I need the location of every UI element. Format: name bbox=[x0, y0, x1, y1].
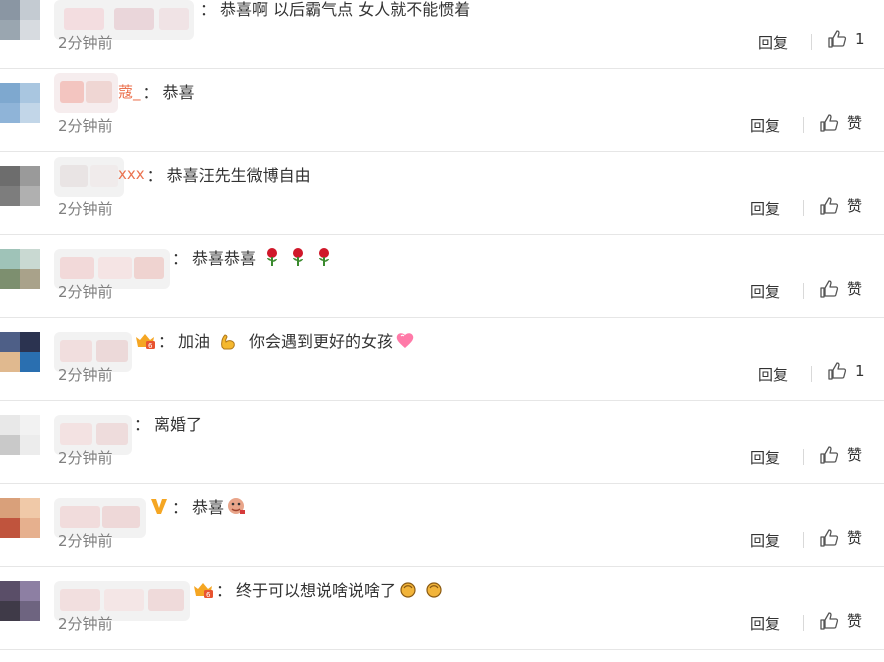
muscle-emoji bbox=[221, 334, 235, 350]
comment-item: ： 恭喜恭喜 2分钟前 回复 赞 bbox=[0, 235, 884, 318]
comment-item: xxx ： 恭喜汪先生微博自由 2分钟前 回复 赞 bbox=[0, 152, 884, 235]
comment-text: 恭喜汪先生微博自由 bbox=[166, 166, 311, 185]
comment-text: 恭喜啊 以后霸气点 女人就不能惯着 bbox=[220, 0, 471, 19]
action-divider bbox=[803, 449, 804, 465]
avatar[interactable] bbox=[0, 332, 40, 372]
avatar[interactable] bbox=[0, 249, 40, 289]
comment-item: 蔻_ ： 恭喜 2分钟前 回复 赞 bbox=[0, 69, 884, 152]
action-divider bbox=[811, 34, 812, 50]
rose-emoji bbox=[293, 248, 304, 266]
action-divider bbox=[803, 200, 804, 216]
thumbs-up-icon bbox=[820, 611, 839, 630]
action-divider bbox=[803, 283, 804, 299]
svg-text:6: 6 bbox=[206, 591, 211, 599]
reply-button[interactable]: 回复 bbox=[750, 613, 780, 634]
avatar[interactable] bbox=[0, 498, 40, 538]
reply-button[interactable]: 回复 bbox=[750, 281, 780, 302]
comment-text: 离婚了 bbox=[154, 415, 203, 434]
comment-time: 2分钟前 bbox=[58, 34, 113, 52]
reply-button[interactable]: 回复 bbox=[758, 364, 788, 385]
member-crown-icon: 6 bbox=[194, 583, 213, 599]
avatar[interactable] bbox=[0, 166, 40, 206]
comment-item: 6 ： 加油 你会遇到更好的女孩 2分钟前 回复 1 bbox=[0, 318, 884, 401]
like-button[interactable]: 赞 bbox=[819, 610, 862, 631]
like-button[interactable]: 赞 bbox=[819, 112, 862, 133]
comment-text: 终于可以想说啥说啥了 bbox=[236, 581, 397, 600]
action-divider bbox=[803, 615, 804, 631]
avatar[interactable] bbox=[0, 0, 40, 40]
comment-time: 2分钟前 bbox=[58, 283, 113, 301]
comment-text: 恭喜 bbox=[162, 83, 195, 102]
clap-emoji bbox=[400, 582, 416, 598]
comment-time: 2分钟前 bbox=[58, 117, 113, 135]
reply-button[interactable]: 回复 bbox=[758, 32, 788, 53]
comment-text: 你会遇到更好的女孩 bbox=[249, 332, 394, 351]
like-button[interactable]: 赞 bbox=[819, 278, 862, 299]
reply-button[interactable]: 回复 bbox=[750, 530, 780, 551]
like-count: 1 bbox=[855, 362, 865, 380]
comment-text: 加油 bbox=[178, 332, 211, 351]
thumbs-up-icon bbox=[820, 196, 839, 215]
comment-time: 2分钟前 bbox=[58, 200, 113, 218]
comment-text: 恭喜 bbox=[192, 498, 225, 517]
heart-emoji bbox=[396, 333, 414, 348]
like-button[interactable]: 赞 bbox=[819, 195, 862, 216]
action-divider bbox=[803, 532, 804, 548]
like-button[interactable]: 赞 bbox=[819, 527, 862, 548]
avatar[interactable] bbox=[0, 83, 40, 123]
like-count: 1 bbox=[855, 30, 865, 48]
action-divider bbox=[811, 366, 812, 382]
comment-time: 2分钟前 bbox=[58, 532, 113, 550]
clap-emoji bbox=[426, 582, 442, 598]
comment-time: 2分钟前 bbox=[58, 615, 113, 633]
comment-time: 2分钟前 bbox=[58, 449, 113, 467]
comment-time: 2分钟前 bbox=[58, 366, 113, 384]
comment-item: ： 恭喜 2分钟前 回复 赞 bbox=[0, 484, 884, 567]
like-count: 赞 bbox=[847, 446, 863, 464]
like-count: 赞 bbox=[847, 114, 863, 132]
avatar[interactable] bbox=[0, 581, 40, 621]
thumbs-up-icon bbox=[820, 528, 839, 547]
comment-text: 恭喜恭喜 bbox=[192, 249, 257, 268]
svg-text:6: 6 bbox=[148, 342, 153, 350]
thumbs-up-icon bbox=[828, 362, 847, 380]
rose-emoji bbox=[319, 248, 330, 266]
like-button[interactable]: 1 bbox=[827, 361, 865, 381]
like-count: 赞 bbox=[847, 529, 863, 547]
username[interactable]: xxx bbox=[54, 157, 145, 197]
thumbs-up-icon bbox=[820, 445, 839, 464]
verified-v-icon bbox=[151, 499, 167, 514]
like-count: 赞 bbox=[847, 197, 863, 215]
thumbs-up-icon bbox=[828, 30, 847, 48]
username[interactable]: 蔻_ bbox=[54, 72, 141, 113]
thumbs-up-icon bbox=[820, 279, 839, 298]
member-crown-icon: 6 bbox=[136, 334, 155, 350]
like-button[interactable]: 1 bbox=[827, 29, 865, 49]
reply-button[interactable]: 回复 bbox=[750, 115, 780, 136]
reply-button[interactable]: 回复 bbox=[750, 198, 780, 219]
like-count: 赞 bbox=[847, 280, 863, 298]
doge-emoji bbox=[228, 498, 246, 514]
action-divider bbox=[803, 117, 804, 133]
thumbs-up-icon bbox=[820, 113, 839, 132]
comment-item: ： 离婚了 2分钟前 回复 赞 bbox=[0, 401, 884, 484]
comment-item: ： 恭喜啊 以后霸气点 女人就不能惯着 2分钟前 回复 1 bbox=[0, 0, 884, 69]
avatar[interactable] bbox=[0, 415, 40, 455]
reply-button[interactable]: 回复 bbox=[750, 447, 780, 468]
like-count: 赞 bbox=[847, 612, 863, 630]
comment-item: 6 ： 终于可以想说啥说啥了 2分钟前 回复 赞 bbox=[0, 567, 884, 650]
rose-emoji bbox=[267, 248, 278, 266]
like-button[interactable]: 赞 bbox=[819, 444, 862, 465]
